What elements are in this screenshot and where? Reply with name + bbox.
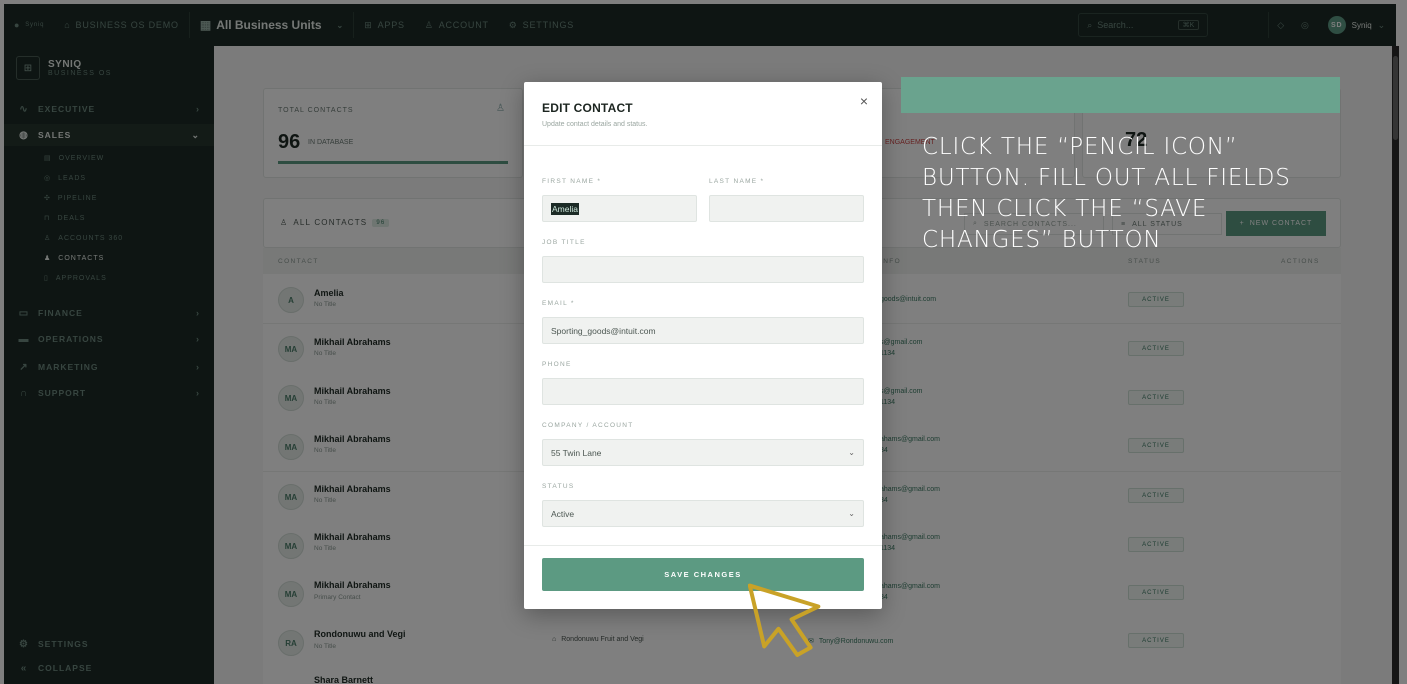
last-name-label: LAST NAME * (709, 178, 765, 185)
modal-title: EDIT CONTACT (542, 101, 633, 115)
chevron-down-icon: ⌄ (848, 509, 855, 518)
email-value: Sporting_goods@intuit.com (551, 325, 656, 336)
edit-contact-modal: EDIT CONTACT Update contact details and … (524, 82, 882, 609)
status-label: STATUS (542, 483, 575, 490)
job-title-field[interactable] (542, 256, 864, 283)
email-label: EMAIL * (542, 300, 575, 307)
first-name-value: Amelia (551, 202, 579, 215)
company-label: COMPANY / ACCOUNT (542, 422, 634, 429)
first-name-field[interactable]: Amelia (542, 195, 697, 222)
modal-subtitle: Update contact details and status. (542, 121, 648, 128)
pointer-cursor-icon (748, 583, 821, 657)
status-value: Active (551, 508, 575, 519)
company-value: 55 Twin Lane (551, 447, 602, 458)
company-select[interactable]: 55 Twin Lane ⌄ (542, 439, 864, 466)
instruction-banner (901, 77, 1340, 113)
first-name-label: FIRST NAME * (542, 178, 602, 185)
close-icon[interactable]: × (860, 93, 868, 109)
email-field[interactable]: Sporting_goods@intuit.com (542, 317, 864, 344)
phone-field[interactable] (542, 378, 864, 405)
instruction-text: CLICK THE “PENCIL ICON” BUTTON. FILL OUT… (922, 134, 1291, 253)
phone-label: PHONE (542, 361, 572, 368)
job-title-label: JOB TITLE (542, 239, 586, 246)
divider (524, 145, 882, 146)
divider (524, 545, 882, 546)
last-name-field[interactable] (709, 195, 864, 222)
status-select[interactable]: Active ⌄ (542, 500, 864, 527)
chevron-down-icon: ⌄ (848, 448, 855, 457)
